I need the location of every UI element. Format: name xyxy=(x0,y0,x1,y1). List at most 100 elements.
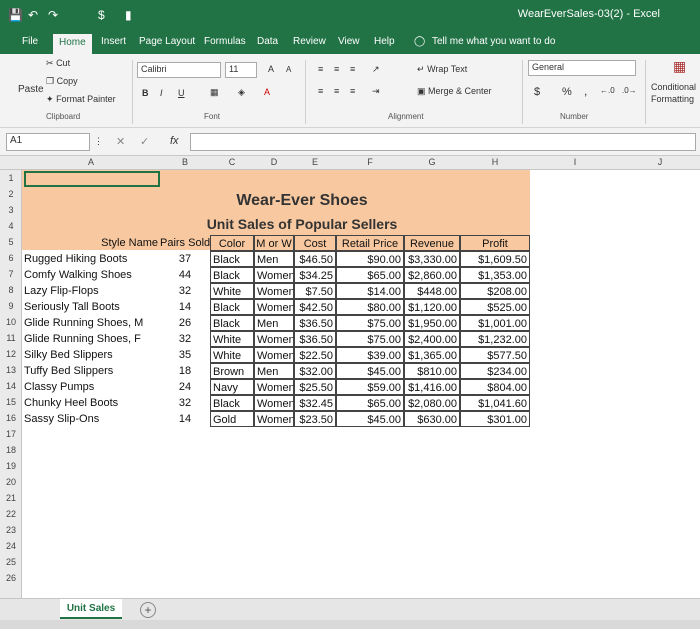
cell-pairs-sold[interactable]: 32 xyxy=(160,395,210,411)
orientation-icon[interactable]: ↗ xyxy=(372,64,380,75)
merge-center-button[interactable]: ▣ Merge & Center xyxy=(417,86,492,97)
row-header[interactable]: 26 xyxy=(0,573,22,583)
cell-color[interactable]: Navy xyxy=(210,379,254,395)
cell-revenue[interactable]: $1,365.00 xyxy=(404,347,460,363)
cell-profit[interactable]: $208.00 xyxy=(460,283,530,299)
tab-data[interactable]: Data xyxy=(257,36,278,47)
cell-color[interactable]: Brown xyxy=(210,363,254,379)
column-header-h[interactable]: H xyxy=(460,157,530,167)
cell-style-name[interactable]: Comfy Walking Shoes xyxy=(22,267,160,283)
add-sheet-icon[interactable]: + xyxy=(140,602,156,618)
row-header[interactable]: 23 xyxy=(0,525,22,535)
column-header-j[interactable]: J xyxy=(620,157,700,167)
cell-pairs-sold[interactable]: 32 xyxy=(160,331,210,347)
cell-revenue[interactable]: $448.00 xyxy=(404,283,460,299)
cell-retail-price[interactable]: $45.00 xyxy=(336,363,404,379)
cell-style-name[interactable]: Lazy Flip-Flops xyxy=(22,283,160,299)
percent-button[interactable]: % xyxy=(562,86,572,98)
row-header[interactable]: 19 xyxy=(0,461,22,471)
row-header[interactable]: 21 xyxy=(0,493,22,503)
tab-view[interactable]: View xyxy=(338,36,360,47)
row-header[interactable]: 17 xyxy=(0,429,22,439)
cell-cost[interactable]: $32.00 xyxy=(294,363,336,379)
row-header[interactable]: 18 xyxy=(0,445,22,455)
cell-revenue[interactable]: $2,080.00 xyxy=(404,395,460,411)
header-color[interactable]: Color xyxy=(210,235,254,251)
conditional-formatting-button[interactable]: Conditional xyxy=(651,82,696,92)
row-header[interactable]: 24 xyxy=(0,541,22,551)
cell-profit[interactable]: $1,041.60 xyxy=(460,395,530,411)
row-header[interactable]: 7 xyxy=(0,269,22,279)
cell-color[interactable]: White xyxy=(210,331,254,347)
row-header[interactable]: 1 xyxy=(0,173,22,183)
bold-button[interactable]: B xyxy=(142,88,149,98)
row-header[interactable]: 4 xyxy=(0,221,22,231)
cell-gender[interactable]: Women xyxy=(254,379,294,395)
increase-decimal-icon[interactable]: ←.0 xyxy=(600,86,615,95)
cell-cost[interactable]: $25.50 xyxy=(294,379,336,395)
indent-icon[interactable]: ⇥ xyxy=(372,86,380,97)
cell-pairs-sold[interactable]: 14 xyxy=(160,411,210,427)
cell-color[interactable]: Black xyxy=(210,395,254,411)
header-retail-price[interactable]: Retail Price xyxy=(336,235,404,251)
tab-home[interactable]: Home xyxy=(53,34,92,54)
column-header-c[interactable]: C xyxy=(210,157,254,167)
cell-profit[interactable]: $1,232.00 xyxy=(460,331,530,347)
chart-icon[interactable]: ▮ xyxy=(125,8,132,22)
cell-profit[interactable]: $804.00 xyxy=(460,379,530,395)
tab-review[interactable]: Review xyxy=(293,36,326,47)
sheet-tab-unit-sales[interactable]: Unit Sales xyxy=(60,599,122,619)
row-header[interactable]: 15 xyxy=(0,397,22,407)
cell-pairs-sold[interactable]: 14 xyxy=(160,299,210,315)
cell-gender[interactable]: Women xyxy=(254,331,294,347)
cell-gender[interactable]: Women xyxy=(254,347,294,363)
align-left-icon[interactable]: ≡ xyxy=(318,86,323,96)
row-header[interactable]: 20 xyxy=(0,477,22,487)
row-header[interactable]: 12 xyxy=(0,349,22,359)
cell-profit[interactable]: $301.00 xyxy=(460,411,530,427)
tab-formulas[interactable]: Formulas xyxy=(204,36,246,47)
cell-gender[interactable]: Women xyxy=(254,283,294,299)
currency-icon[interactable]: $ xyxy=(98,8,105,22)
cell-revenue[interactable]: $630.00 xyxy=(404,411,460,427)
cell-profit[interactable]: $577.50 xyxy=(460,347,530,363)
cell-retail-price[interactable]: $75.00 xyxy=(336,331,404,347)
conditional-formatting-icon[interactable]: ▦ xyxy=(673,58,686,75)
align-right-icon[interactable]: ≡ xyxy=(350,86,355,96)
cell-profit[interactable]: $1,001.00 xyxy=(460,315,530,331)
cell-style-name[interactable]: Chunky Heel Boots xyxy=(22,395,160,411)
active-cell-a1[interactable] xyxy=(24,171,160,187)
column-header-d[interactable]: D xyxy=(254,157,294,167)
cell-style-name[interactable]: Tuffy Bed Slippers xyxy=(22,363,160,379)
tab-insert[interactable]: Insert xyxy=(101,36,126,47)
cell-style-name[interactable]: Seriously Tall Boots xyxy=(22,299,160,315)
align-bottom-icon[interactable]: ≡ xyxy=(350,64,355,74)
cell-retail-price[interactable]: $39.00 xyxy=(336,347,404,363)
wrap-text-button[interactable]: ↵ Wrap Text xyxy=(417,64,467,75)
undo-icon[interactable]: ↶ xyxy=(28,8,38,22)
cell-gender[interactable]: Women xyxy=(254,267,294,283)
worksheet[interactable]: Wear-Ever Shoes Unit Sales of Popular Se… xyxy=(22,170,700,598)
column-header-i[interactable]: I xyxy=(530,157,620,167)
row-header[interactable]: 11 xyxy=(0,333,22,343)
cell-style-name[interactable]: Silky Bed Slippers xyxy=(22,347,160,363)
row-header[interactable]: 2 xyxy=(0,189,22,199)
cell-color[interactable]: Black xyxy=(210,267,254,283)
cell-pairs-sold[interactable]: 32 xyxy=(160,283,210,299)
cell-profit[interactable]: $1,609.50 xyxy=(460,251,530,267)
enter-icon[interactable]: ✓ xyxy=(140,135,149,148)
align-middle-icon[interactable]: ≡ xyxy=(334,64,339,74)
row-header[interactable]: 25 xyxy=(0,557,22,567)
cell-gender[interactable]: Men xyxy=(254,315,294,331)
row-header[interactable]: 3 xyxy=(0,205,22,215)
cell-cost[interactable]: $42.50 xyxy=(294,299,336,315)
tab-file[interactable]: File xyxy=(22,36,38,47)
cell-cost[interactable]: $36.50 xyxy=(294,315,336,331)
cell-retail-price[interactable]: $90.00 xyxy=(336,251,404,267)
cell-color[interactable]: Black xyxy=(210,299,254,315)
cancel-icon[interactable]: ✕ xyxy=(116,135,125,148)
redo-icon[interactable]: ↷ xyxy=(48,8,58,22)
tab-page-layout[interactable]: Page Layout xyxy=(139,36,195,47)
cell-style-name[interactable]: Glide Running Shoes, M xyxy=(22,315,160,331)
header-gender[interactable]: M or W xyxy=(254,235,294,251)
